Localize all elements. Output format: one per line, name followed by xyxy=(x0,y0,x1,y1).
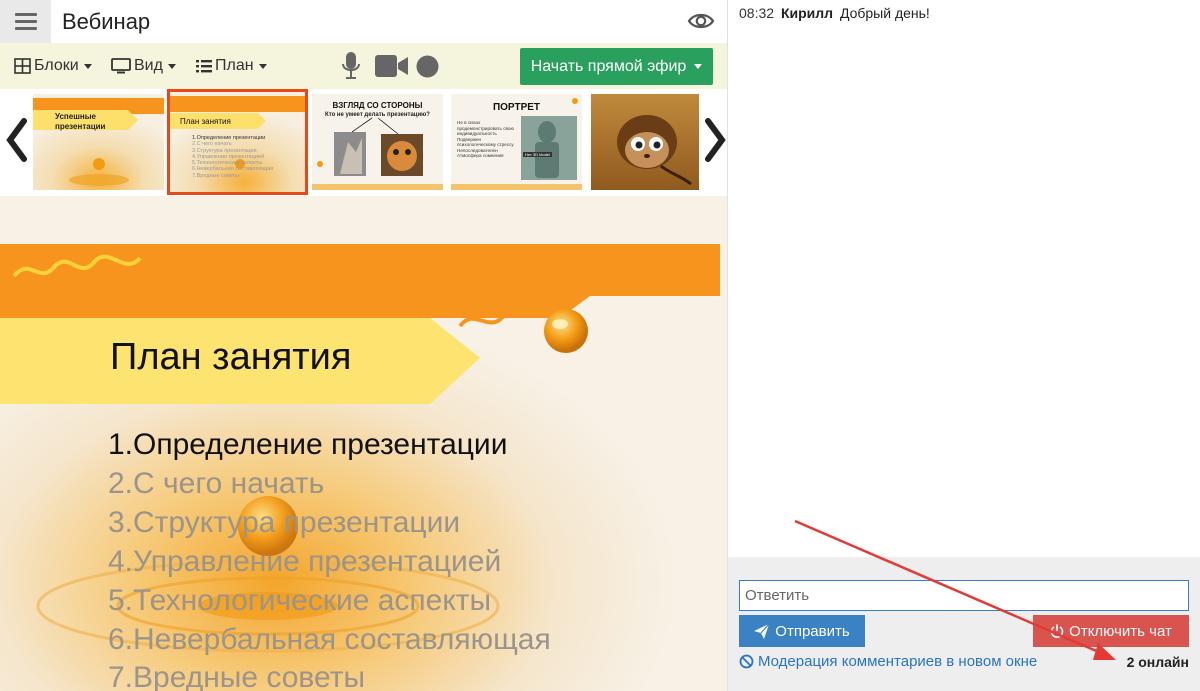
slide-thumbnail-strip: Успешные презентации План занятия 1.Опре… xyxy=(0,89,727,196)
chevron-down-icon xyxy=(258,63,267,69)
message-author: Кирилл xyxy=(780,5,834,21)
grid-icon xyxy=(14,58,31,74)
slide-item: 3.Структура презентации xyxy=(108,506,461,539)
power-icon xyxy=(1050,624,1064,638)
disable-chat-label: Отключить чат xyxy=(1069,622,1172,640)
app-header: Вебинар xyxy=(0,0,727,43)
chevron-down-icon xyxy=(694,64,703,69)
moderation-link[interactable]: Модерация комментариев в новом окне xyxy=(739,653,1037,670)
online-count: 2 онлайн xyxy=(1126,654,1189,670)
eye-icon[interactable] xyxy=(687,8,715,34)
blocks-dropdown[interactable]: Блоки xyxy=(14,57,92,75)
thumbnail-title: ВЗГЛЯД СО СТОРОНЫ xyxy=(332,101,423,110)
thumbnail-title: План занятия xyxy=(180,117,231,126)
thumbnail-subtitle: Кто не умеет делать презентацию? xyxy=(325,112,430,118)
view-dropdown[interactable]: Вид xyxy=(111,57,176,75)
slide-item: 2.С чего начать xyxy=(108,467,325,500)
presentation-pane: Вебинар Блоки Вид План Начать прямой эфи… xyxy=(0,0,727,691)
chat-panel: 08:32 Кирилл Добрый день! Отправить Откл… xyxy=(727,0,1200,691)
message-time: 08:32 xyxy=(739,5,775,21)
chevron-left-icon[interactable] xyxy=(2,117,32,163)
view-label: Вид xyxy=(134,57,163,74)
slide-item: 1.Определение презентации xyxy=(108,428,508,461)
slide-thumbnail[interactable]: Успешные презентации xyxy=(33,94,164,190)
thumbnail-title: Успешные презентации xyxy=(55,112,106,131)
video-camera-icon[interactable] xyxy=(375,55,408,77)
slide-thumbnail[interactable]: ВЗГЛЯД СО СТОРОНЫ Кто не умеет делать пр… xyxy=(312,94,443,190)
reply-input[interactable] xyxy=(739,580,1189,611)
slide-item: 5.Технологические аспекты xyxy=(108,584,492,617)
record-icon[interactable] xyxy=(416,55,439,78)
thumbnail-title: ПОРТРЕТ xyxy=(492,102,541,113)
thumbnail-lines: Не в силах продемонстрировать свою индив… xyxy=(457,120,514,158)
microphone-icon[interactable] xyxy=(341,52,361,80)
hamburger-menu-button[interactable] xyxy=(0,0,51,43)
slide-preview xyxy=(33,94,164,190)
moderation-label: Модерация комментариев в новом окне xyxy=(758,653,1038,670)
monitor-icon xyxy=(111,58,131,74)
thumbnail-lines: 1.Определение презентации 2.С чего начат… xyxy=(192,135,274,179)
slide-title: План занятия xyxy=(110,336,352,378)
slide-item: 4.Управление презентацией xyxy=(108,545,502,578)
chat-message: 08:32 Кирилл Добрый день! xyxy=(739,5,930,21)
ban-icon xyxy=(739,654,754,669)
blocks-label: Блоки xyxy=(34,57,79,74)
send-button[interactable]: Отправить xyxy=(739,615,865,647)
list-icon xyxy=(196,60,212,73)
slide-item: 7.Вредные советы xyxy=(108,661,366,691)
start-live-label: Начать прямой эфир xyxy=(530,57,687,75)
slide-thumbnail-selected[interactable]: План занятия 1.Определение презентации 2… xyxy=(167,89,308,195)
plan-dropdown[interactable]: План xyxy=(196,57,267,75)
chat-composer: Отправить Отключить чат Модерация коммен… xyxy=(728,557,1200,691)
start-live-button[interactable]: Начать прямой эфир xyxy=(520,48,713,85)
slide-thumbnail[interactable] xyxy=(591,94,699,190)
current-slide: План занятия 1.Определение презентации 2… xyxy=(0,196,727,691)
slide-thumbnail[interactable]: ПОРТРЕТ Не в силах продемонстрировать св… xyxy=(451,94,582,190)
slide-item: 6.Невербальная составляющая xyxy=(108,623,551,656)
cartoon-character-image xyxy=(591,94,699,190)
thumbnail-badge: Нет 3D Model xyxy=(523,152,553,157)
plan-label: План xyxy=(215,57,254,74)
paper-plane-icon xyxy=(754,623,770,639)
message-text: Добрый день! xyxy=(839,5,930,21)
toolbar: Блоки Вид План Начать прямой эфир xyxy=(0,43,727,89)
chevron-right-icon[interactable] xyxy=(700,117,727,163)
chevron-down-icon xyxy=(167,63,176,69)
page-title: Вебинар xyxy=(62,9,151,34)
send-label: Отправить xyxy=(775,622,850,640)
chevron-down-icon xyxy=(83,63,92,69)
disable-chat-button[interactable]: Отключить чат xyxy=(1033,615,1189,647)
